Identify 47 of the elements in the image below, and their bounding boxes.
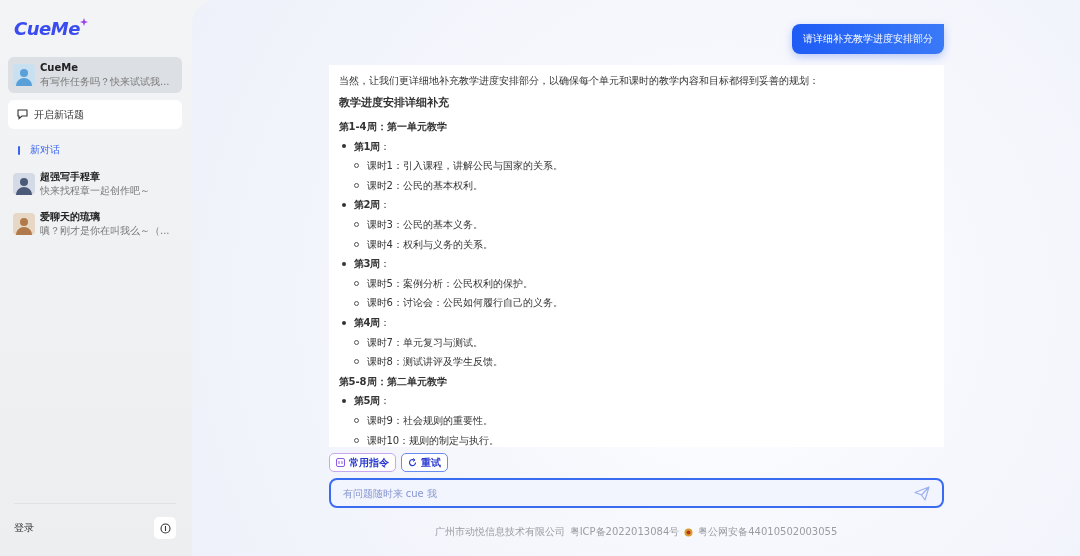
login-link[interactable]: 登录 [14,521,34,535]
answer-heading: 教学进度安排详细补充 [338,95,450,111]
bot-preview: 有写作任务吗？快来试试我... [40,76,170,88]
message-field[interactable]: 有问题随时来 cue 我 [328,478,944,508]
retry-button[interactable]: 重试 [400,453,448,472]
logo-text: CueMe [14,18,80,39]
lesson-item: 课时9：社会规则的重要性。 [366,413,493,428]
chat-item[interactable]: 爱聊天的琉璃 嗔？刚才是你在叫我么～（... [8,211,175,237]
week-item: 第3周： [353,257,391,272]
lesson-item: 课时8：测试讲评及学生反馈。 [366,355,503,370]
answer-text: 当然，让我们更详细地补充教学进度安排部分，以确保每个单元和课时的教学内容和目标都得到妥善的规划： [338,74,820,88]
refresh-icon [407,458,417,467]
chat-preview: 快来找程章一起创作吧～ [40,185,150,197]
bot-card[interactable]: CueMe 有写作任务吗？快来试试我... [8,57,182,93]
week-item: 第2周： [353,198,391,213]
chat-name: 超强写手程章 [40,171,100,183]
info-icon [159,522,171,534]
week-item: 第1周： [353,139,391,154]
info-button[interactable] [154,517,176,539]
avatar-icon [13,64,35,86]
lesson-item: 课时6：讨论会：公民如何履行自己的义务。 [366,296,563,311]
chat-name: 爱聊天的琉璃 [40,211,100,223]
chat-preview: 嗔？刚才是你在叫我么～（... [40,225,170,237]
lesson-item: 课时4：权利与义务的关系。 [366,237,493,252]
avatar-icon [13,173,35,195]
police-badge-icon [684,527,694,537]
user-message: 请详细补充教学进度安排部分 [791,24,944,54]
commands-button[interactable]: 常用指令 [328,453,396,472]
chat-item[interactable]: 超强写手程章 快来找程章一起创作吧～ [8,171,155,197]
new-topic-button[interactable]: 开启新话题 [8,100,182,129]
section-heading: 第5-8周：第二单元教学 [338,374,448,389]
lesson-item: 课时10：规则的制定与执行。 [366,433,500,447]
sparkle-icon [79,18,88,26]
message-input[interactable]: 有问题随时来 cue 我 [340,486,914,500]
lesson-item: 课时1：引入课程，讲解公民与国家的关系。 [366,159,563,174]
lesson-item: 课时7：单元复习与测试。 [366,335,483,350]
company-name: 广州市动悦信息技术有限公司 [434,525,565,539]
avatar-icon [13,213,35,235]
bot-name: CueMe [40,62,78,74]
new-chat-icon [17,109,28,120]
lesson-item: 课时5：案例分析：公民权利的保护。 [366,276,533,291]
week-item: 第5周： [353,394,391,409]
section-heading: 第1-4周：第一单元教学 [338,120,448,134]
week-item: 第4周： [353,315,391,330]
lesson-item: 课时3：公民的基本义务。 [366,217,483,232]
lesson-item: 课时2：公民的基本权利。 [366,178,483,193]
conversation-tab[interactable]: 新对话 [8,143,60,157]
